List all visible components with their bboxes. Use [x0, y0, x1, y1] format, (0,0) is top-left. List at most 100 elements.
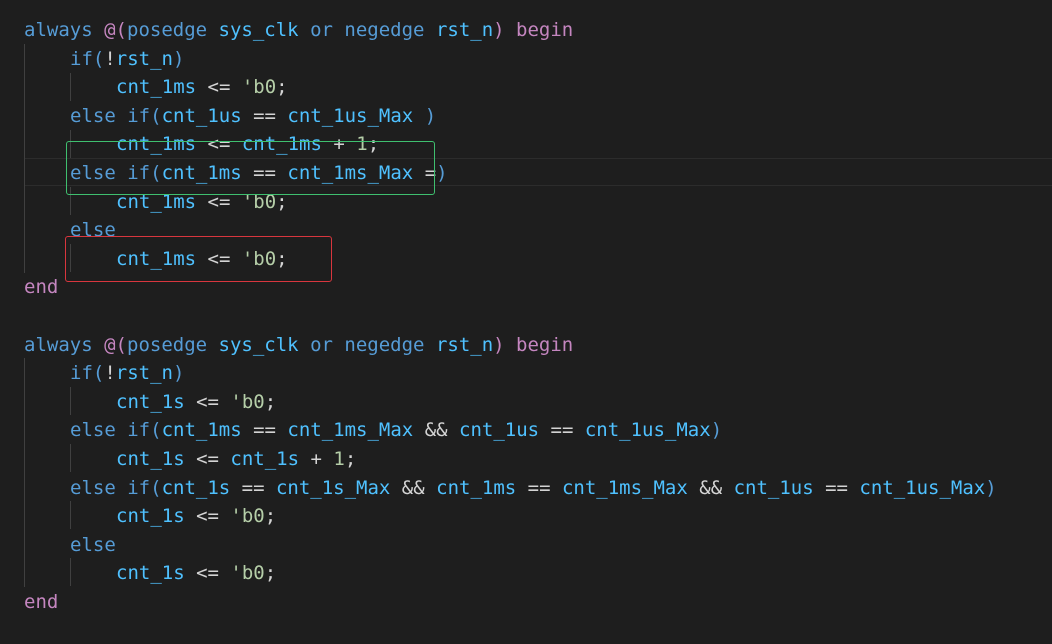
code-line[interactable]: end	[24, 273, 58, 302]
code-line[interactable]: cnt_1s <= 'b0;	[116, 502, 276, 531]
code-token: (	[150, 476, 162, 499]
code-token: 'b0	[230, 562, 265, 585]
code-token: end	[24, 276, 59, 299]
code-token: cnt_1us	[733, 476, 814, 499]
code-token: <=	[184, 390, 231, 413]
code-line[interactable]: if(!rst_n)	[70, 45, 184, 74]
code-token: !	[104, 362, 116, 385]
code-token: ==	[241, 419, 288, 442]
code-token: cnt_1s	[116, 505, 185, 528]
code-token: cnt_1us_Max	[287, 104, 414, 127]
code-token: ;	[276, 76, 288, 99]
code-editor[interactable]: always @(posedge sys_clk or negedge rst_…	[0, 0, 1052, 644]
code-token: &&	[413, 419, 460, 442]
code-token: if	[70, 47, 93, 70]
code-line[interactable]: always @(posedge sys_clk or negedge rst_…	[24, 331, 573, 360]
indent-guide	[70, 501, 71, 529]
code-token: )	[424, 104, 437, 127]
indent-guide	[70, 73, 71, 101]
code-token: ==	[230, 476, 276, 499]
code-token: else	[70, 476, 116, 499]
code-token: cnt_1s	[161, 476, 231, 499]
code-token: cnt_1ms	[161, 419, 242, 442]
code-token: rst_n	[435, 19, 494, 41]
code-line[interactable]: else	[70, 531, 116, 560]
code-token: sys_clk	[218, 333, 299, 356]
code-token: cnt_1s	[116, 390, 185, 413]
code-token: else	[70, 104, 116, 127]
code-token: begin	[516, 19, 574, 41]
code-token: else	[70, 533, 116, 556]
code-token: @	[104, 333, 116, 356]
code-line[interactable]: cnt_1s <= 'b0;	[116, 388, 276, 417]
code-line[interactable]: always @(posedge sys_clk or negedge rst_…	[24, 16, 573, 45]
code-line[interactable]: else if(cnt_1ms == cnt_1ms_Max && cnt_1u…	[70, 416, 722, 445]
code-token: rst_n	[115, 362, 173, 385]
code-token: +	[299, 448, 334, 470]
code-token: cnt_1ms	[436, 476, 517, 499]
code-token: )	[985, 476, 997, 499]
code-line[interactable]: if(!rst_n)	[70, 359, 184, 388]
code-token: )	[436, 162, 448, 184]
code-token: always	[24, 333, 93, 356]
code-line[interactable]: else if(cnt_1us == cnt_1us_Max )	[70, 102, 436, 131]
code-token: always	[24, 19, 93, 41]
indent-guide	[70, 558, 71, 586]
code-token: ;	[344, 448, 357, 470]
code-token: <=	[184, 505, 231, 528]
code-token: cnt_1us	[161, 104, 242, 127]
code-token: or	[310, 19, 333, 41]
code-token: if	[127, 104, 151, 127]
indent-guide	[24, 44, 25, 273]
indent-guide	[24, 358, 25, 587]
code-line[interactable]: else if(cnt_1s == cnt_1s_Max && cnt_1ms …	[70, 474, 997, 503]
code-token: (	[150, 104, 162, 127]
code-token: !	[104, 47, 116, 70]
code-token: sys_clk	[218, 19, 299, 41]
code-token: (	[115, 19, 127, 41]
code-token: cnt_1ms	[116, 76, 197, 99]
code-token: cnt_1ms_Max	[561, 476, 688, 499]
code-token: &&	[390, 476, 437, 499]
code-token: 'b0	[230, 390, 265, 413]
code-token: 1	[333, 448, 345, 470]
code-token: ==	[241, 104, 288, 127]
code-token: )	[173, 47, 185, 70]
code-line[interactable]: end	[24, 588, 58, 617]
code-token: if	[127, 419, 151, 442]
code-token: <=	[184, 448, 231, 470]
code-token: ==	[539, 419, 585, 442]
code-token: cnt_1s	[116, 448, 185, 470]
code-line[interactable]: cnt_1s <= 'b0;	[116, 559, 276, 588]
code-token: ;	[264, 390, 277, 413]
code-token: if	[127, 476, 151, 499]
code-token: ;	[264, 505, 277, 528]
code-line[interactable]: cnt_1ms <= 'b0;	[116, 73, 288, 102]
code-token: cnt_1us_Max	[584, 419, 711, 442]
code-token: else	[70, 419, 116, 442]
code-token: negedge	[344, 19, 425, 41]
code-token: <=	[196, 76, 242, 99]
code-token: ;	[264, 562, 277, 585]
code-token: rst_n	[115, 47, 173, 70]
indent-guide	[70, 387, 71, 415]
code-token: )	[493, 19, 505, 41]
code-line[interactable]: cnt_1s <= cnt_1s + 1;	[116, 445, 356, 474]
code-token: cnt_1ms_Max	[287, 419, 414, 442]
